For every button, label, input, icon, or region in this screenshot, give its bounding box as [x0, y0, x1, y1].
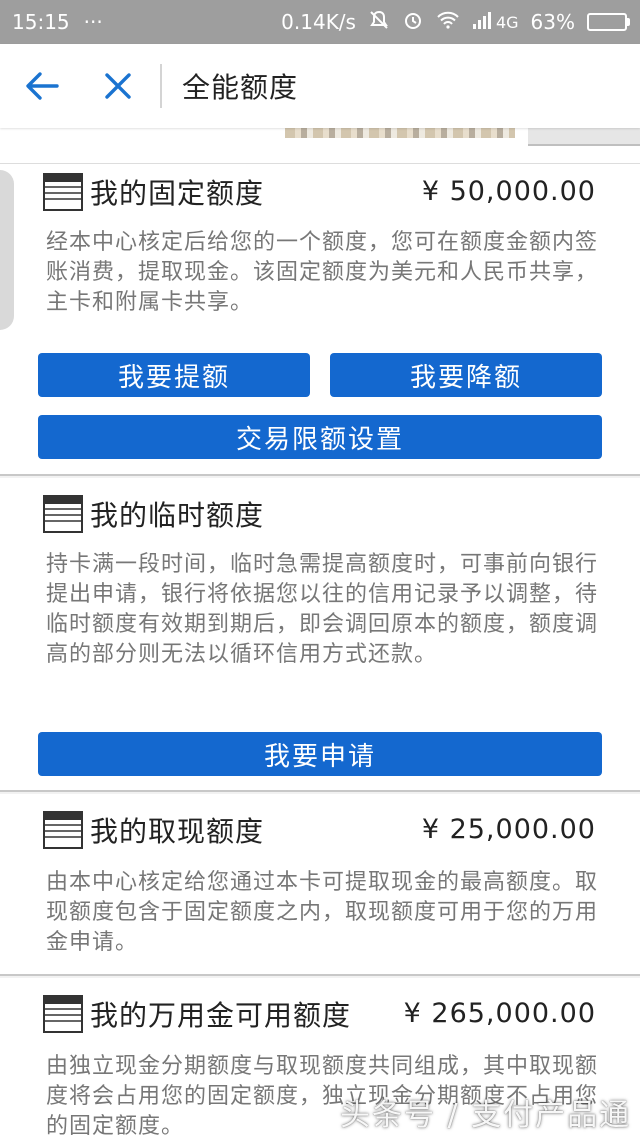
page-title: 全能额度 — [182, 71, 299, 104]
fixed-limit-title: 我的固定额度 — [90, 177, 265, 210]
status-dots: ··· — [83, 10, 103, 34]
close-button[interactable] — [80, 44, 156, 128]
card-icon — [43, 495, 83, 533]
status-time: 15:15 — [12, 10, 70, 34]
card-icon — [43, 173, 83, 211]
nav-divider — [160, 64, 162, 108]
status-bar: 15:15 ··· 0.14K/s 4G 63% — [0, 0, 640, 44]
alarm-icon — [402, 9, 424, 36]
apply-button[interactable]: 我要申请 — [38, 732, 602, 776]
net-speed: 0.14K/s — [281, 10, 356, 34]
fixed-limit-header: 我的固定额度 — [42, 170, 264, 214]
battery-percent: 63% — [530, 10, 575, 34]
battery-icon — [587, 13, 630, 31]
temporary-limit-card: 我的临时额度 持卡满一段时间，临时急需提高额度时，可事前向银行提出申请，银行将依… — [0, 478, 640, 792]
battery-tip — [627, 18, 630, 26]
temporary-limit-title: 我的临时额度 — [90, 499, 265, 532]
wifi-icon — [436, 10, 460, 35]
battery-body — [587, 13, 627, 31]
fixed-limit-amount: ¥ 50,000.00 — [421, 176, 596, 207]
watermark: 头条号 / 支付产品通 — [340, 1098, 632, 1133]
fixed-limit-desc: 经本中心核定后给您的一个额度，您可在额度金额内签账消费，提取现金。该固定额度为美… — [46, 230, 599, 315]
close-icon — [105, 73, 131, 99]
status-right: 0.14K/s 4G 63% — [281, 9, 630, 36]
status-left: 15:15 ··· — [12, 10, 103, 34]
banner-coins — [285, 128, 515, 138]
fixed-limit-card: 我的固定额度 ¥ 50,000.00 经本中心核定后给您的一个额度，您可在额度金… — [0, 164, 640, 476]
temporary-limit-header: 我的临时额度 — [42, 492, 264, 536]
signal-icon — [472, 10, 494, 35]
cash-limit-header: 我的取现额度 — [42, 808, 264, 852]
arrow-left-icon — [26, 72, 59, 100]
cash-limit-card: 我的取现额度 ¥ 25,000.00 由本中心核定给您通过本卡可提取现金的最高额… — [0, 794, 640, 976]
temporary-limit-desc: 持卡满一段时间，临时急需提高额度时，可事前向银行提出申请，银行将依据您以往的信用… — [46, 552, 599, 667]
wanyongjin-limit-title: 我的万用金可用额度 — [90, 999, 352, 1032]
side-drawer-handle[interactable] — [0, 170, 14, 330]
transaction-limit-settings-button[interactable]: 交易限额设置 — [38, 415, 602, 459]
cash-limit-desc: 由本中心核定给您通过本卡可提取现金的最高额度。取现额度包含于固定额度之内，取现额… — [46, 870, 599, 955]
wanyongjin-limit-amount: ¥ 265,000.00 — [403, 998, 596, 1029]
network-type: 4G — [495, 12, 519, 32]
card-icon — [43, 811, 83, 849]
banner-image — [0, 128, 640, 164]
increase-limit-button[interactable]: 我要提额 — [38, 353, 310, 397]
nav-bar: 全能额度 — [0, 44, 640, 128]
card-icon — [43, 995, 83, 1033]
banner-device — [528, 128, 640, 146]
wanyongjin-limit-header: 我的万用金可用额度 — [42, 992, 351, 1036]
mute-icon — [368, 9, 390, 36]
back-button[interactable] — [4, 44, 80, 128]
cash-limit-amount: ¥ 25,000.00 — [421, 814, 596, 845]
decrease-limit-button[interactable]: 我要降额 — [330, 353, 602, 397]
cash-limit-title: 我的取现额度 — [90, 815, 265, 848]
